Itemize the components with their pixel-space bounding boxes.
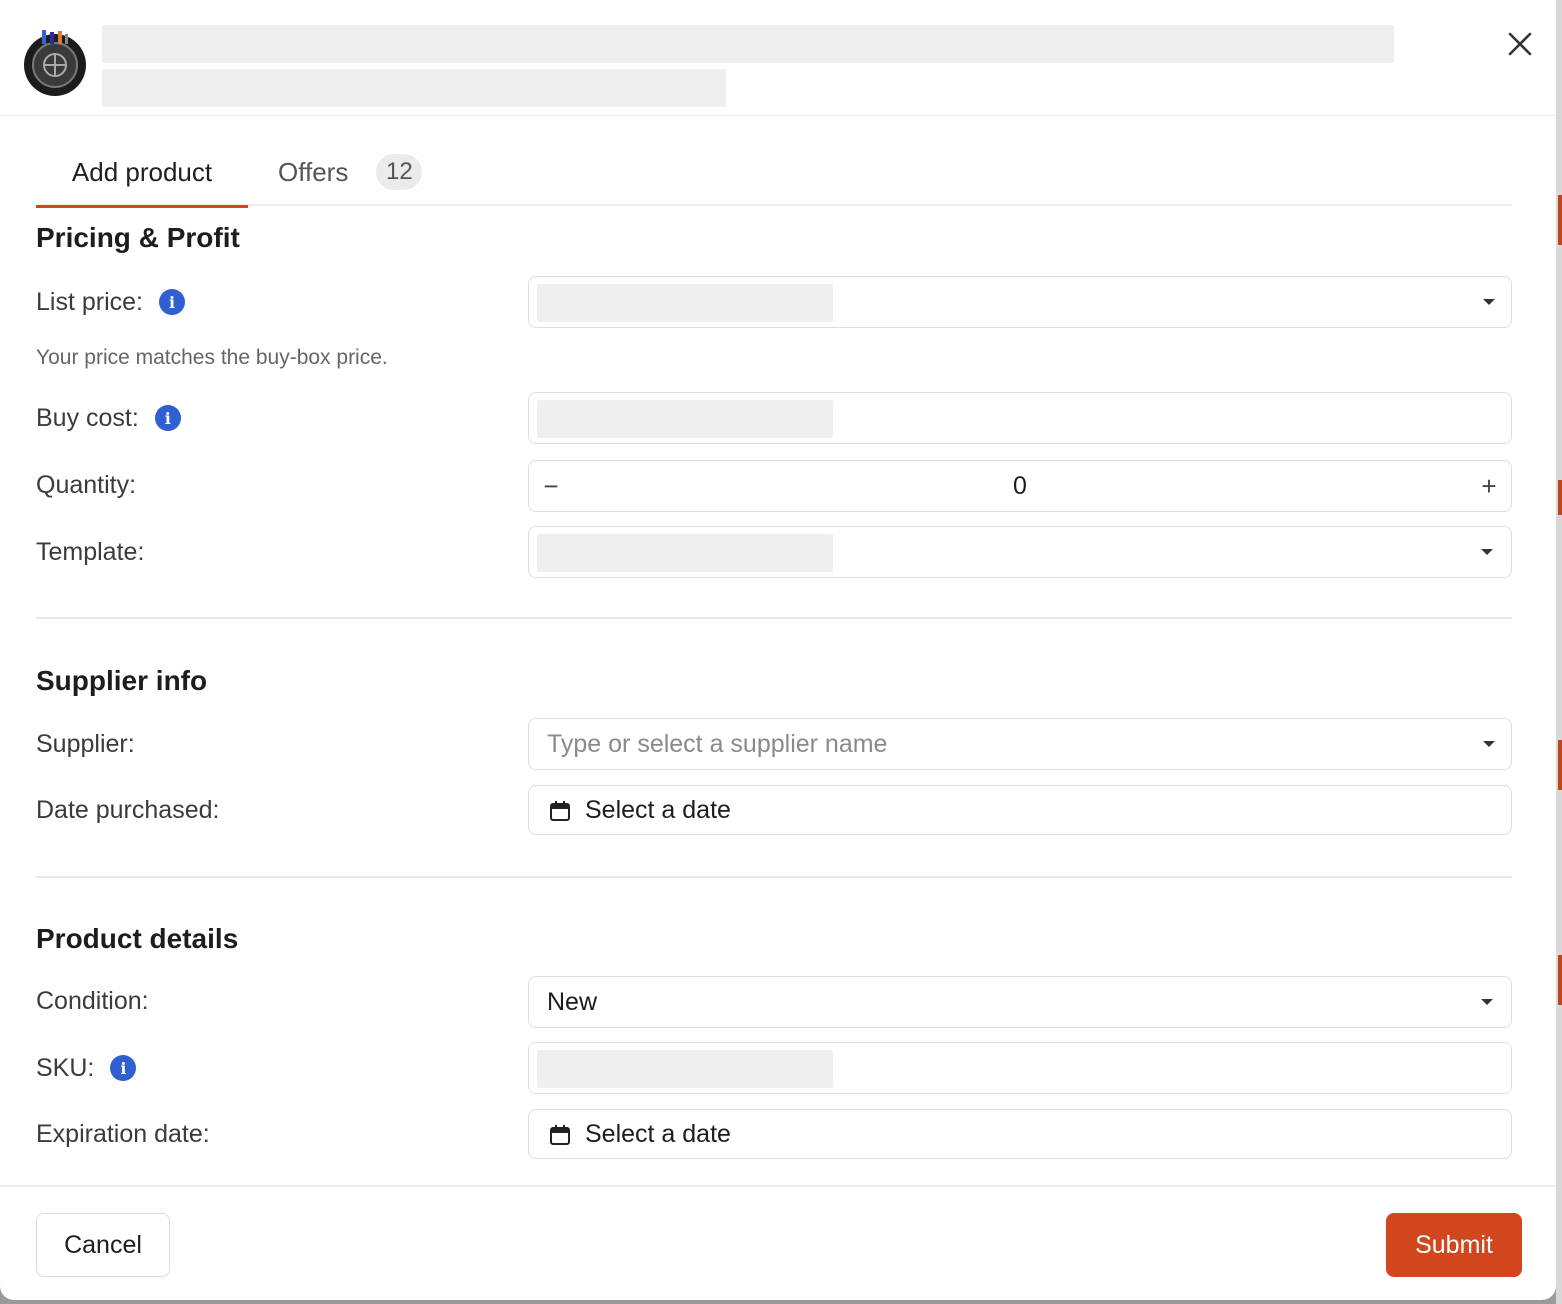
condition-value: New xyxy=(547,988,598,1016)
chevron-down-icon xyxy=(1481,999,1493,1005)
supplier-select[interactable]: Type or select a supplier name xyxy=(528,718,1512,770)
section-divider xyxy=(36,617,1512,619)
chevron-down-icon xyxy=(1483,741,1495,747)
info-icon[interactable]: i xyxy=(158,289,185,315)
product-title-placeholder xyxy=(102,25,1394,63)
buy-cost-value-placeholder xyxy=(537,400,833,438)
expiration-date-value: Select a date xyxy=(585,1120,731,1148)
chevron-down-icon xyxy=(1481,549,1493,555)
quantity-label: Quantity: xyxy=(36,470,137,499)
list-price-value-placeholder xyxy=(537,284,833,322)
expiration-date-label: Expiration date: xyxy=(36,1119,210,1148)
supplier-label: Supplier: xyxy=(36,729,135,758)
list-price-select[interactable] xyxy=(528,276,1512,328)
list-price-label-text: List price: xyxy=(36,287,143,316)
tab-offers[interactable]: Offers 12 xyxy=(278,138,423,206)
quantity-stepper[interactable]: 0 − + xyxy=(528,460,1512,512)
section-title-product-details: Product details xyxy=(36,923,239,954)
tab-add-product[interactable]: Add product xyxy=(36,138,248,208)
submit-button[interactable]: Submit xyxy=(1386,1213,1522,1277)
sku-value-placeholder xyxy=(537,1050,833,1088)
chevron-down-icon xyxy=(1483,299,1495,305)
calendar-icon xyxy=(550,801,570,821)
template-value-placeholder xyxy=(537,534,833,572)
date-purchased-value: Select a date xyxy=(585,796,731,824)
date-purchased-label: Date purchased: xyxy=(36,795,220,824)
modal-header xyxy=(0,0,1556,116)
template-select[interactable] xyxy=(528,526,1512,578)
expiration-date-picker[interactable]: Select a date xyxy=(528,1109,1512,1159)
close-icon[interactable] xyxy=(1500,24,1540,64)
decrement-button[interactable]: − xyxy=(531,461,571,511)
sku-label-text: SKU: xyxy=(36,1053,95,1082)
modal-footer: Cancel Submit xyxy=(0,1185,1556,1300)
offers-count-badge: 12 xyxy=(376,154,423,190)
increment-button[interactable]: + xyxy=(1469,461,1509,511)
condition-label: Condition: xyxy=(36,986,149,1015)
calendar-icon xyxy=(550,1125,570,1145)
tab-bar: Add product Offers 12 xyxy=(36,138,1512,208)
quantity-value[interactable]: 0 xyxy=(529,461,1511,511)
list-price-label: List price: i xyxy=(36,282,185,322)
date-purchased-picker[interactable]: Select a date xyxy=(528,785,1512,835)
section-divider xyxy=(36,876,1512,878)
sku-label: SKU: i xyxy=(36,1048,137,1088)
buy-cost-label: Buy cost: i xyxy=(36,398,181,438)
add-product-modal: Add product Offers 12 Pricing & Profit L… xyxy=(0,0,1556,1300)
condition-select[interactable]: New xyxy=(528,976,1512,1028)
info-icon[interactable]: i xyxy=(110,1055,137,1081)
product-subtitle-placeholder xyxy=(102,69,726,107)
product-image xyxy=(20,28,90,98)
section-title-pricing: Pricing & Profit xyxy=(36,222,240,253)
buy-cost-label-text: Buy cost: xyxy=(36,403,139,432)
template-label: Template: xyxy=(36,537,145,566)
section-title-supplier: Supplier info xyxy=(36,665,208,696)
cancel-button[interactable]: Cancel xyxy=(36,1213,170,1277)
sku-input[interactable] xyxy=(528,1042,1512,1094)
tab-offers-label: Offers xyxy=(278,156,349,187)
supplier-placeholder: Type or select a supplier name xyxy=(547,730,888,758)
buy-box-helper-text: Your price matches the buy-box price. xyxy=(36,346,388,369)
buy-cost-input[interactable] xyxy=(528,392,1512,444)
tab-add-product-label: Add product xyxy=(71,156,213,187)
background-edge xyxy=(1556,0,1562,1304)
info-icon[interactable]: i xyxy=(154,405,181,431)
